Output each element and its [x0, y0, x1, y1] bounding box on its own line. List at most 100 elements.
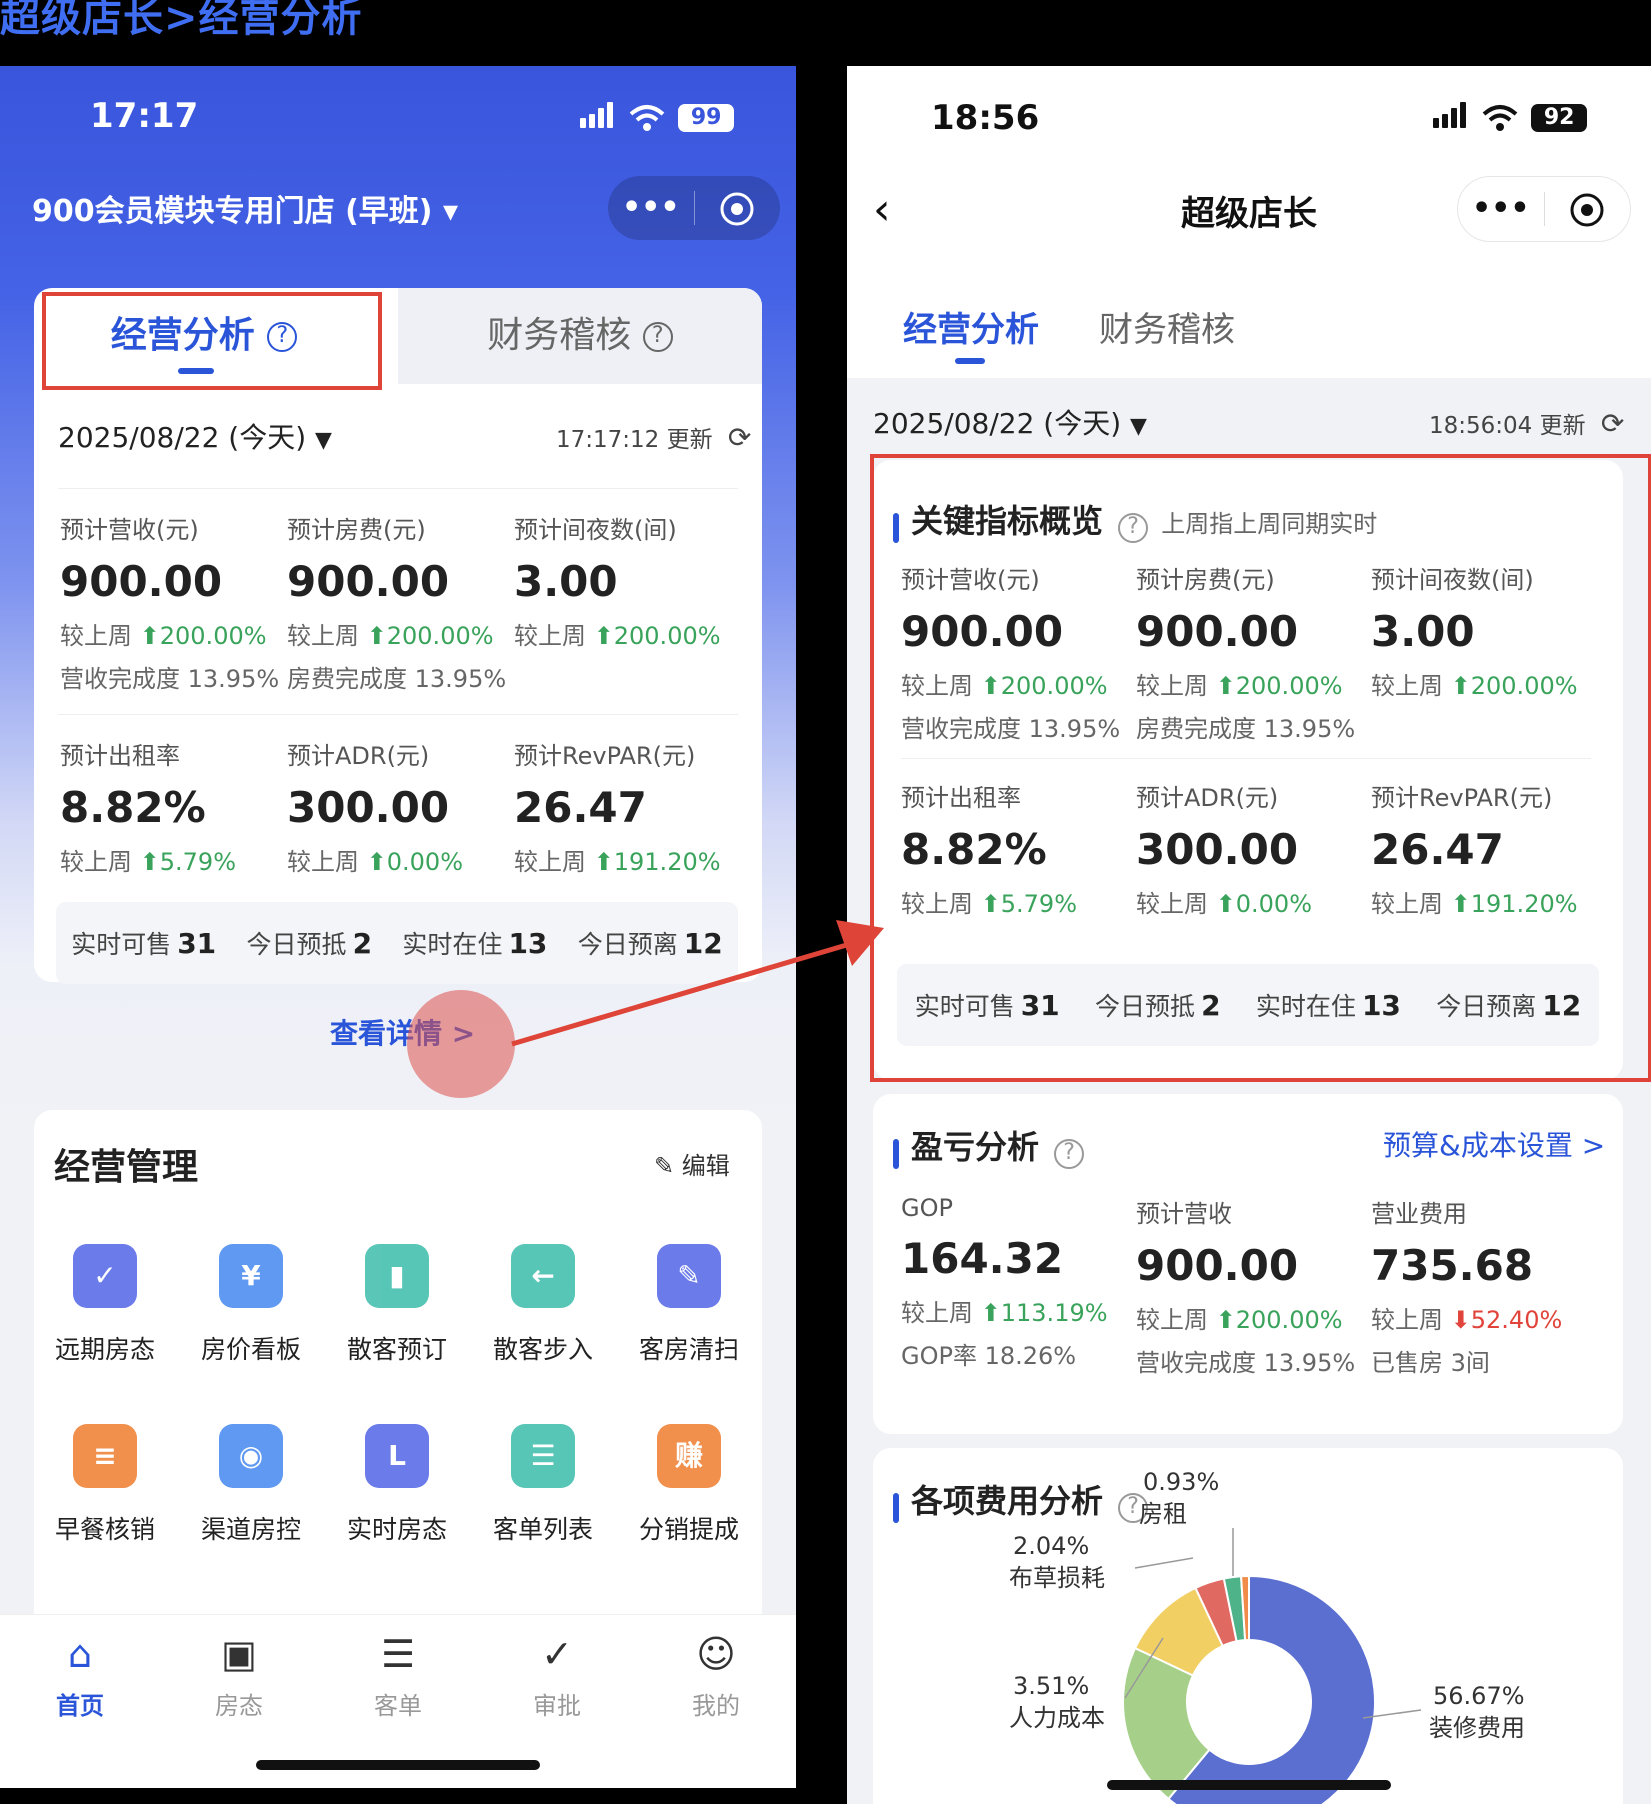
calendar-icon: ✓	[73, 1244, 137, 1308]
mgmt-item-label: 客房清扫	[638, 1335, 739, 1364]
tab-financial-audit[interactable]: 财务稽核	[1099, 302, 1235, 351]
mgmt-item-label: 房价看板	[200, 1335, 301, 1364]
profit-loss-card: 盈亏分析 ? 预算&成本设置 > GOP 164.32 较上周 ⬆113.19%…	[873, 1094, 1623, 1434]
mgmt-item-label: 远期房态	[54, 1335, 155, 1364]
mgmt-item[interactable]: 赚分销提成	[624, 1424, 754, 1546]
miniprogram-capsule: •••	[608, 176, 780, 240]
stat-item[interactable]: 今日预离 12	[578, 925, 723, 961]
highlight-box	[870, 454, 1651, 1082]
list-icon: ☰	[511, 1424, 575, 1488]
mgmt-item[interactable]: ≡ 早餐核销	[40, 1424, 170, 1546]
mgmt-item[interactable]: ¥ 房价看板	[186, 1244, 316, 1366]
stat-item[interactable]: 实时可售 31	[71, 925, 216, 961]
metric-card[interactable]: GOP 164.32 较上周 ⬆113.19% GOP率 18.26%	[901, 1194, 1135, 1371]
order-icon: ☰	[380, 1632, 416, 1676]
mgmt-item-label: 实时房态	[346, 1515, 447, 1544]
mgmt-item-label: 散客步入	[492, 1335, 593, 1364]
metric-card[interactable]: 预计营收(元) 900.00 较上周 ⬆200.00% 营收完成度 13.95%	[60, 510, 286, 694]
tab-bar-label: 我的	[692, 1692, 740, 1720]
metric-card[interactable]: 预计营收 900.00 较上周 ⬆200.00% 营收完成度 13.95%	[1136, 1194, 1370, 1378]
status-time: 17:17	[90, 96, 199, 136]
doc-title: 超级店长>经营分析	[0, 0, 363, 41]
cost-donut-chart[interactable]: 56.67% 装修费用 3.51% 人力成本 2.04% 布草损耗 0.93% 房租	[873, 1448, 1623, 1804]
mgmt-item[interactable]: ← 散客步入	[478, 1244, 608, 1366]
date-selector[interactable]: 2025/08/22 (今天) ▼	[873, 402, 1147, 442]
wifi-icon	[629, 105, 665, 131]
signal-icon	[580, 102, 616, 128]
date-selector[interactable]: 2025/08/22 (今天) ▼	[58, 416, 332, 456]
home-indicator	[256, 1760, 540, 1770]
mgmt-item[interactable]: ▮ 散客预订	[332, 1244, 462, 1366]
stat-item[interactable]: 实时在住 13	[402, 925, 547, 961]
mgmt-item-label: 渠道房控	[200, 1515, 301, 1544]
tab-bar-item[interactable]: ☺ 我的	[656, 1632, 776, 1721]
tab-financial-audit[interactable]: 财务稽核 ?	[398, 288, 762, 384]
mgmt-item-label: 分销提成	[638, 1515, 739, 1544]
metric-card[interactable]: 预计ADR(元) 300.00 较上周 ⬆0.00%	[287, 736, 513, 877]
budget-cost-settings-link[interactable]: 预算&成本设置 >	[1383, 1124, 1605, 1164]
tab-bar-item[interactable]: ▣ 房态	[179, 1632, 299, 1721]
broom-icon: ✎	[657, 1244, 721, 1308]
cost-analysis-card: 各项费用分析 ? 56.67% 装修费用 3.51% 人力成本 2.04% 布草损耗 0.9…	[873, 1448, 1623, 1804]
update-time[interactable]: 17:17:12 更新 ⟳	[556, 420, 751, 454]
management-title: 经营管理	[54, 1147, 199, 1188]
wifi-icon	[1482, 105, 1518, 131]
arrow-up-icon: ⬆	[593, 622, 614, 650]
update-time[interactable]: 18:56:04 更新 ⟳	[1429, 406, 1624, 440]
approval-icon: ✓	[541, 1632, 573, 1676]
pie-category-label: 装修费用	[1429, 1714, 1525, 1742]
more-icon[interactable]: •••	[1458, 177, 1544, 241]
refresh-icon[interactable]: ⟳	[1601, 407, 1624, 440]
status-icons: 92	[1433, 102, 1588, 132]
pie-value-label: 2.04%	[1013, 1532, 1089, 1560]
yen-house-icon: ¥	[219, 1244, 283, 1308]
close-target-icon[interactable]	[695, 176, 781, 240]
store-selector[interactable]: 900会员模块专用门店 (早班) ▾	[32, 186, 458, 230]
tab-indicator	[955, 358, 985, 364]
caret-down-icon: ▼	[315, 428, 332, 453]
more-icon[interactable]: •••	[608, 176, 694, 240]
mgmt-item[interactable]: ✎ 客房清扫	[624, 1244, 754, 1366]
metric-card[interactable]: 预计房费(元) 900.00 较上周 ⬆200.00% 房费完成度 13.95%	[287, 510, 513, 694]
tab-business-analysis[interactable]: 经营分析	[903, 302, 1039, 351]
pie-value-label: 56.67%	[1433, 1682, 1525, 1710]
help-icon[interactable]: ?	[642, 322, 673, 352]
tab-bar-item[interactable]: ✓ 审批	[497, 1632, 617, 1721]
tab-bar-item[interactable]: ☰ 客单	[338, 1632, 458, 1721]
arrow-up-icon: ⬆	[593, 848, 614, 876]
metric-card[interactable]: 预计出租率 8.82% 较上周 ⬆5.79%	[60, 736, 286, 877]
miniprogram-capsule: •••	[1457, 176, 1631, 242]
pie-category-label: 布草损耗	[1009, 1564, 1105, 1592]
metric-card[interactable]: 预计RevPAR(元) 26.47 较上周 ⬆191.20%	[514, 736, 740, 877]
tap-indicator	[407, 990, 515, 1098]
stat-item[interactable]: 今日预抵 2	[247, 925, 373, 961]
arrow-up-icon: ⬆	[980, 1299, 1001, 1327]
mgmt-item-label: 散客预订	[346, 1335, 447, 1364]
close-target-icon[interactable]	[1545, 177, 1631, 241]
mgmt-item[interactable]: ☰ 客单列表	[478, 1424, 608, 1546]
tab-bar-label: 客单	[374, 1692, 422, 1720]
mgmt-item-label: 早餐核销	[54, 1515, 155, 1544]
caret-down-icon: ▼	[1130, 414, 1147, 439]
booking-icon: ▮	[365, 1244, 429, 1308]
mgmt-item[interactable]: ◉ 渠道房控	[186, 1424, 316, 1546]
arrow-up-icon: ⬆	[139, 848, 160, 876]
edit-button[interactable]: ✎ 编辑	[654, 1146, 730, 1181]
status-time: 18:56	[931, 98, 1040, 138]
management-card: 经营管理 ✎ 编辑	[34, 1110, 762, 1630]
metric-card[interactable]: 预计间夜数(间) 3.00 较上周 ⬆200.00%	[514, 510, 740, 651]
tab-bar-item[interactable]: ⌂ 首页	[20, 1632, 140, 1721]
pl-header: 盈亏分析 ?	[893, 1122, 1085, 1169]
walk-in-icon: ←	[511, 1244, 575, 1308]
mgmt-item[interactable]: L 实时房态	[332, 1424, 462, 1546]
pie-value-label: 3.51%	[1013, 1672, 1089, 1700]
metric-card[interactable]: 营业费用 735.68 较上周 ⬇52.40% 已售房 3间	[1371, 1194, 1605, 1378]
realtime-room-icon: L	[365, 1424, 429, 1488]
help-icon[interactable]: ?	[1054, 1138, 1085, 1169]
pie-value-label: 0.93%	[1143, 1468, 1219, 1496]
arrow-up-icon: ⬆	[366, 848, 387, 876]
refresh-icon[interactable]: ⟳	[728, 421, 751, 454]
ticket-icon: ≡	[73, 1424, 137, 1488]
mgmt-item[interactable]: ✓ 远期房态	[40, 1244, 170, 1366]
right-phone-screen: 18:56 92 ‹ 超级店长 ••• 经营分析 财务稽核 2025/08/22…	[847, 66, 1651, 1804]
